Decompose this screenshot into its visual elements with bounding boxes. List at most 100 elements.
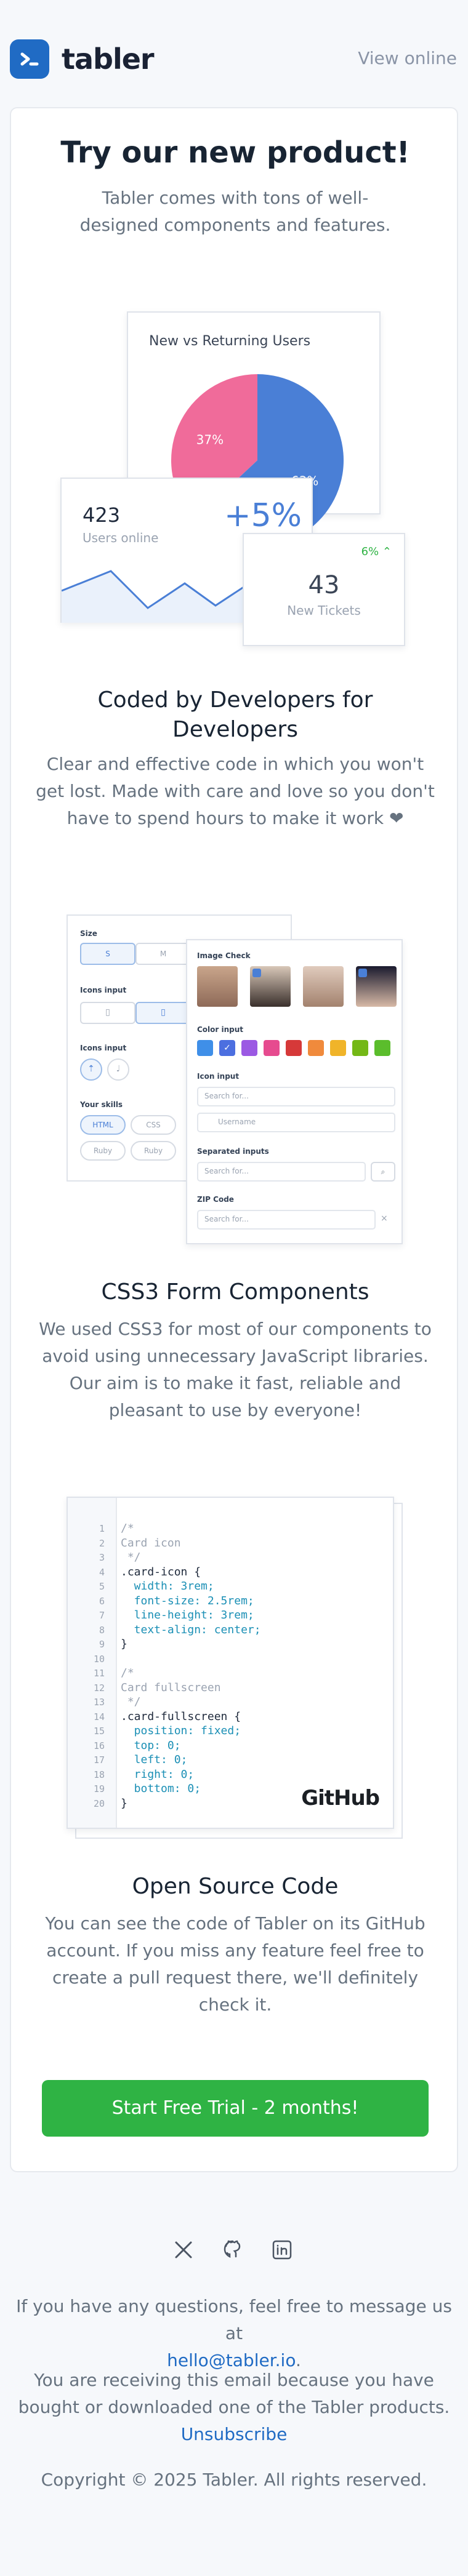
trend-up-icon: ⌃ [382,545,392,558]
separated-search-input[interactable]: Search for... [197,1162,366,1182]
line-number: 20 [93,1798,105,1809]
color-swatch[interactable] [241,1040,257,1056]
line-number: 13 [93,1697,105,1708]
search-input[interactable]: Search for... [197,1087,395,1106]
line-text: /* [121,1666,134,1679]
code-line: 5 width: 3rem; [68,1580,214,1593]
new-tickets-card: 6% ⌃ 43 New Tickets [243,533,405,646]
line-number: 10 [93,1653,105,1665]
code-line: 16 top: 0; [68,1739,181,1752]
line-text: .card-icon { [121,1565,201,1578]
color-swatch[interactable] [308,1040,324,1056]
checkbox-checked-icon [252,969,261,977]
size-m-button[interactable]: M [135,943,191,965]
avatar-image-4[interactable] [356,966,397,1007]
separated-inputs-label: Separated inputs [197,1147,269,1156]
section2-text: We used CSS3 for most of our components … [39,1319,432,1420]
section2-title: CSS3 Form Components [101,1279,369,1305]
avatar-image-3[interactable] [303,966,344,1007]
code-line: 14 .card-fullscreen { [68,1710,241,1723]
line-number: 2 [99,1537,105,1549]
code-line: 6 font-size: 2.5rem; [68,1594,254,1607]
line-text: line-height: 3rem; [121,1609,254,1622]
your-skills-label: Your skills [80,1100,123,1109]
code-line: 17 left: 0; [68,1754,187,1766]
size-s-button[interactable]: S [80,943,135,965]
start-trial-button[interactable]: Start Free Trial - 2 months! [42,2080,429,2137]
close-icon[interactable]: × [381,1214,388,1223]
email-header: tabler View online [0,0,468,117]
brand-name[interactable]: tabler [62,39,155,79]
code-line: 10 [68,1653,121,1665]
search-icon[interactable]: ⌕ [371,1162,395,1182]
line-text: font-size: 2.5rem; [121,1594,254,1607]
section1-text: Clear and effective code in which you wo… [36,754,435,828]
line-text: Card fullscreen [121,1681,221,1694]
line-text: */ [121,1551,141,1564]
color-swatch[interactable] [352,1040,368,1056]
code-line: 8 text-align: center; [68,1623,261,1636]
skill-html[interactable]: HTML [80,1115,126,1135]
microphone-icon[interactable]: ♩ [107,1058,129,1081]
tickets-change: 6% ⌃ [361,545,392,558]
color-swatch[interactable] [330,1040,346,1056]
code-line: 4 .card-icon { [68,1566,201,1578]
pie-slice-label: 37% [196,433,224,447]
code-line: 9} [68,1638,127,1650]
line-text: /* [121,1522,134,1535]
checkbox-checked-icon [358,969,367,977]
color-swatch[interactable] [264,1040,280,1056]
line-number: 1 [99,1523,105,1534]
code-line: 11 /* [68,1667,134,1679]
questions-text: If you have any questions, feel free to … [16,2296,452,2370]
line-text: Card icon [121,1536,181,1550]
unsubscribe-link[interactable]: Unsubscribe [181,2424,288,2444]
skill-ruby[interactable]: Ruby [80,1141,126,1161]
line-number: 6 [99,1595,105,1607]
tabler-logo-icon[interactable] [10,39,49,79]
hero-title: Try our new product! [60,135,410,170]
username-input[interactable]: Username [197,1113,395,1132]
avatar-image-2[interactable] [250,966,291,1007]
line-text: width: 3rem; [121,1580,214,1593]
line-number: 17 [93,1754,105,1766]
line-number: 18 [93,1769,105,1780]
github-icon[interactable] [219,2236,246,2263]
color-swatch[interactable] [197,1040,213,1056]
dashboard-illustration: New vs Returning Users 37%63% 423 Users … [60,311,418,650]
upload-icon[interactable]: ⇡ [80,1058,102,1081]
line-number: 4 [99,1566,105,1578]
image-check-label: Image Check [197,951,251,960]
skill-ruby-2[interactable]: Ruby [131,1141,176,1161]
mobile-icon[interactable]: ▯ [80,1002,135,1024]
view-online-link[interactable]: View online [358,48,457,68]
linkedin-icon[interactable] [268,2236,296,2263]
users-online-change: +5% [224,497,302,534]
color-swatch[interactable] [374,1040,390,1056]
avatar-image-1[interactable] [197,966,238,1007]
line-text: } [121,1796,127,1810]
line-text: */ [121,1695,141,1708]
x-icon[interactable] [170,2236,197,2263]
line-number: 19 [93,1783,105,1794]
color-swatch[interactable]: ✓ [219,1040,235,1056]
line-number: 16 [93,1740,105,1751]
line-number: 9 [99,1639,105,1650]
form-right-panel: Image Check Color input ✓ Icon input Sea… [186,939,403,1244]
skill-css[interactable]: CSS [131,1115,176,1135]
zip-code-label: ZIP Code [197,1195,234,1204]
form-illustration: Size S M Icons input ▯ ▯ Icons input ⇡ ♩… [67,914,411,1247]
color-swatch[interactable] [286,1040,302,1056]
line-text: text-align: center; [121,1623,261,1636]
code-line: 1 /* [68,1522,134,1535]
line-number: 7 [99,1610,105,1621]
zip-code-input[interactable]: Search for... [197,1210,376,1230]
code-line: 12 Card fullscreen [68,1681,221,1694]
line-text: position: fixed; [121,1724,241,1737]
code-line: 20} [68,1796,127,1810]
section1-title: Coded by Developers for Developers [97,687,373,742]
code-card: 1/* 2 Card icon 3 */4 .card-icon {5 width: 3… [67,1497,394,1829]
icon-input-label: Icon input [197,1072,240,1081]
line-text: left: 0; [121,1753,188,1766]
tablet-icon[interactable]: ▯ [135,1002,191,1024]
